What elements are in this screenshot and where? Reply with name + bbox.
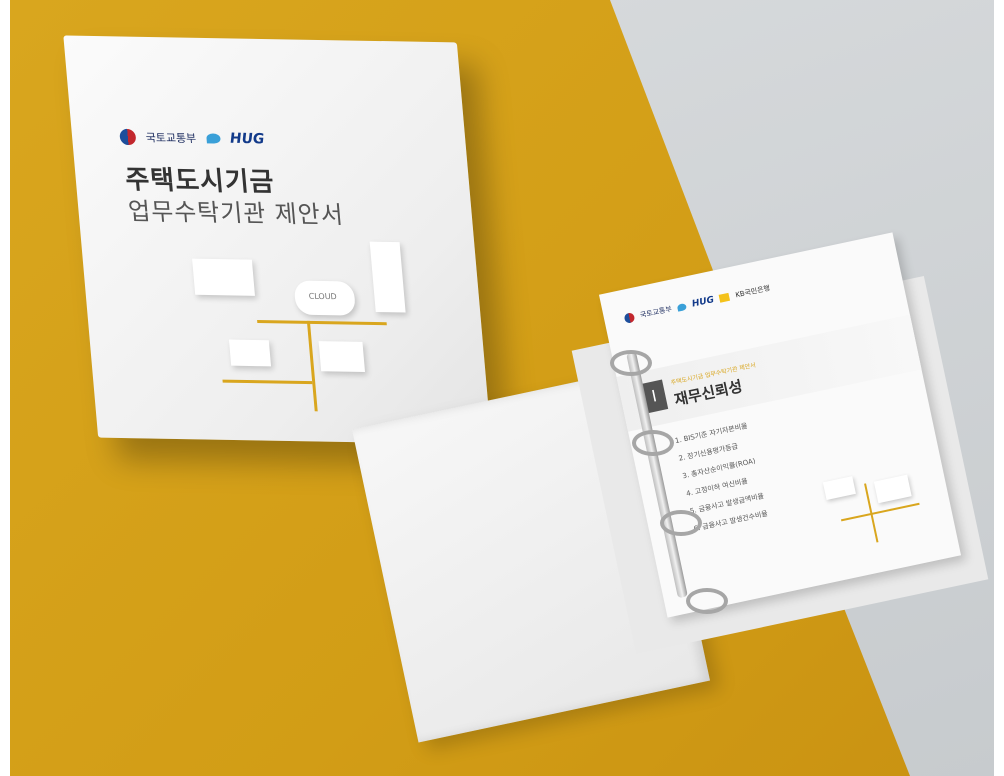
chapter-band xyxy=(616,314,922,432)
database-block xyxy=(318,341,366,373)
page-logos: 국토교통부 HUG KB국민은행 xyxy=(623,283,771,324)
page-art-block xyxy=(822,476,856,500)
page-gold-line xyxy=(840,502,920,522)
cover-subtitle: 업무수탁기관 제안서 xyxy=(127,197,346,230)
page-brand-label: HUG xyxy=(691,295,716,310)
binder-ring xyxy=(610,350,652,376)
tower-block xyxy=(369,241,406,313)
government-emblem-icon xyxy=(119,128,137,146)
binder-cover: 국토교통부 HUG 주택도시기금 업무수탁기관 제안서 CLOUD xyxy=(63,35,492,445)
gold-connector-line xyxy=(257,319,387,326)
page-partner-label: KB국민은행 xyxy=(734,284,771,300)
cover-illustration: CLOUD xyxy=(180,238,465,424)
gold-connector-vertical xyxy=(306,320,318,412)
hug-logo-icon xyxy=(205,133,221,144)
cloud-block: CLOUD xyxy=(293,280,357,316)
cloud-label: CLOUD xyxy=(308,291,338,302)
cover-brand-label: HUG xyxy=(229,130,266,148)
monitor-block xyxy=(192,258,255,296)
binder-ring xyxy=(632,430,674,456)
kb-logo-icon xyxy=(719,292,731,303)
gift-block xyxy=(228,339,272,367)
page-hug-logo-icon xyxy=(676,302,688,312)
photo-frame: 국토교통부 HUG 주택도시기금 업무수탁기관 제안서 CLOUD 국토교통부 … xyxy=(10,0,994,776)
binder-ring xyxy=(686,588,728,614)
page-org-label: 국토교통부 xyxy=(639,305,673,320)
cover-org-label: 국토교통부 xyxy=(145,131,197,146)
gold-connector-lower xyxy=(222,379,313,385)
binder-ring xyxy=(660,510,702,536)
cover-logos: 국토교통부 HUG xyxy=(119,128,266,148)
page-art-block xyxy=(873,474,912,504)
page-illustration xyxy=(809,440,947,563)
page-government-emblem-icon xyxy=(623,312,636,324)
